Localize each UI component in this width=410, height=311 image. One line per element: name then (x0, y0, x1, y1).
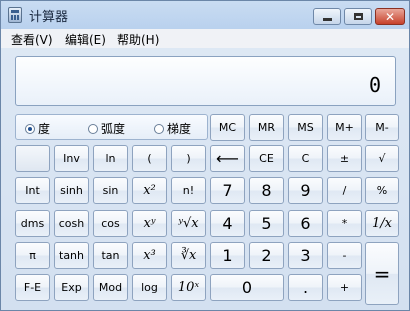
mr-button[interactable]: MR (249, 114, 284, 141)
square-button[interactable]: x² (132, 177, 167, 204)
close-icon: ✕ (384, 9, 396, 24)
sqrt-button[interactable]: √ (365, 145, 399, 172)
radio-gradians[interactable]: 梯度 (154, 120, 191, 137)
log-button[interactable]: log (132, 274, 167, 301)
left-paren-button[interactable]: ( (132, 145, 167, 172)
mod-button[interactable]: Mod (93, 274, 128, 301)
pi-button[interactable]: π (15, 242, 50, 269)
digit-9-button[interactable]: 9 (288, 177, 323, 204)
dms-button[interactable]: dms (15, 210, 50, 237)
close-button[interactable]: ✕ (375, 8, 405, 25)
digit-1-button[interactable]: 1 (210, 242, 245, 269)
cosh-button[interactable]: cosh (54, 210, 89, 237)
exp-button[interactable]: Exp (54, 274, 89, 301)
backspace-button[interactable]: ⟵ (210, 145, 245, 172)
reciprocal-button[interactable]: 1/x (365, 210, 399, 237)
cos-button[interactable]: cos (93, 210, 128, 237)
digit-3-button[interactable]: 3 (288, 242, 323, 269)
display-value: 0 (368, 73, 381, 97)
tan-button[interactable]: tan (93, 242, 128, 269)
m-plus-button[interactable]: M+ (327, 114, 362, 141)
menu-bar: 查看(V) 编辑(E) 帮助(H) (1, 29, 409, 48)
mc-button[interactable]: MC (210, 114, 245, 141)
right-paren-button[interactable]: ) (171, 145, 206, 172)
negate-button[interactable]: ± (327, 145, 362, 172)
radio-degrees-label: 度 (38, 122, 51, 136)
radio-gradians-label: 梯度 (167, 122, 192, 136)
tanh-button[interactable]: tanh (54, 242, 89, 269)
cube-root-button[interactable]: ∛x (171, 242, 206, 269)
cube-button[interactable]: x³ (132, 242, 167, 269)
calculator-icon (8, 7, 22, 23)
divide-button[interactable]: / (327, 177, 362, 204)
sin-button[interactable]: sin (93, 177, 128, 204)
digit-4-button[interactable]: 4 (210, 210, 245, 237)
radio-radians-label: 弧度 (101, 122, 126, 136)
sinh-button[interactable]: sinh (54, 177, 89, 204)
decimal-button[interactable]: . (288, 274, 323, 301)
result-display: 0 (15, 56, 396, 106)
radio-unselected-icon (88, 123, 98, 134)
digit-5-button[interactable]: 5 (249, 210, 284, 237)
digit-2-button[interactable]: 2 (249, 242, 284, 269)
fe-button[interactable]: F-E (15, 274, 50, 301)
power-button[interactable]: xʸ (132, 210, 167, 237)
backspace-icon: ⟵ (216, 149, 239, 168)
minimize-icon (322, 17, 332, 21)
radio-unselected-icon (154, 123, 164, 134)
inv-button[interactable]: Inv (54, 145, 89, 172)
radio-radians[interactable]: 弧度 (88, 120, 125, 137)
digit-0-button[interactable]: 0 (210, 274, 284, 301)
ln-button[interactable]: ln (93, 145, 128, 172)
maximize-button[interactable] (344, 8, 372, 25)
factorial-button[interactable]: n! (171, 177, 206, 204)
menu-help[interactable]: 帮助(H) (117, 31, 159, 48)
title-bar[interactable]: 计算器 ✕ (1, 1, 409, 29)
window-title: 计算器 (29, 10, 69, 25)
radio-selected-icon (25, 123, 35, 134)
digit-6-button[interactable]: 6 (288, 210, 323, 237)
radio-degrees[interactable]: 度 (25, 120, 50, 137)
digit-7-button[interactable]: 7 (210, 177, 245, 204)
blank-button (15, 145, 50, 172)
menu-view[interactable]: 查看(V) (11, 31, 53, 48)
subtract-button[interactable]: - (327, 242, 362, 269)
ce-button[interactable]: CE (249, 145, 284, 172)
add-button[interactable]: + (327, 274, 362, 301)
y-root-button[interactable]: ʸ√x (171, 210, 206, 237)
angle-mode-group: 度 弧度 梯度 (15, 114, 208, 140)
ten-power-button[interactable]: 10ˣ (171, 274, 206, 301)
maximize-icon (353, 13, 363, 20)
int-button[interactable]: Int (15, 177, 50, 204)
menu-edit[interactable]: 编辑(E) (65, 31, 106, 48)
c-button[interactable]: C (288, 145, 323, 172)
calculator-window: 计算器 ✕ 查看(V) 编辑(E) 帮助(H) 0 度 弧度 梯度 MC MR … (0, 0, 410, 311)
minimize-button[interactable] (313, 8, 341, 25)
m-minus-button[interactable]: M- (365, 114, 399, 141)
percent-button[interactable]: % (365, 177, 399, 204)
digit-8-button[interactable]: 8 (249, 177, 284, 204)
ms-button[interactable]: MS (288, 114, 323, 141)
equals-button[interactable]: = (365, 242, 399, 305)
multiply-button[interactable]: * (327, 210, 362, 237)
